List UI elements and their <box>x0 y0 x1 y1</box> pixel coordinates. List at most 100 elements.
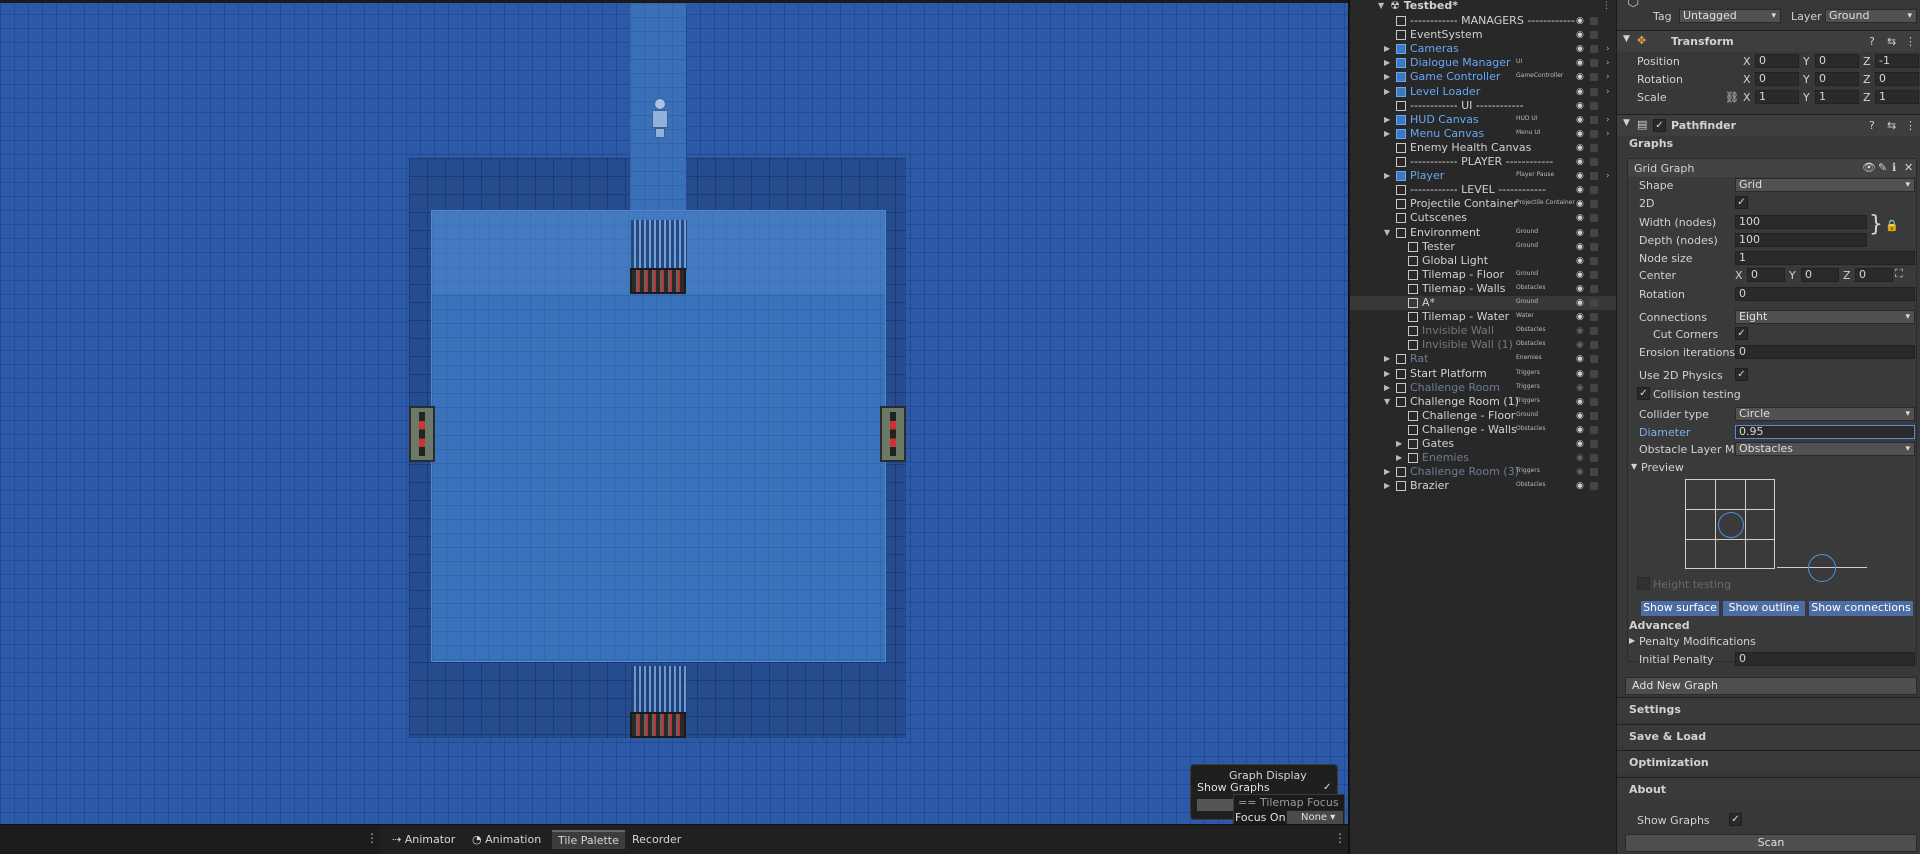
visibility-eye-icon[interactable]: ◉ <box>1576 113 1584 127</box>
pickability-icon[interactable] <box>1590 256 1598 265</box>
node-size-field[interactable]: 1 <box>1735 251 1915 265</box>
hierarchy-item[interactable]: ▶ Gates ◉ <box>1350 437 1616 451</box>
position-y-field[interactable]: 0 <box>1815 54 1859 68</box>
scale-z-field[interactable]: 1 <box>1875 90 1919 104</box>
pickability-icon[interactable] <box>1590 425 1598 434</box>
visibility-eye-icon[interactable]: ◉ <box>1576 338 1584 352</box>
layer-dropdown[interactable]: Ground <box>1825 9 1917 23</box>
grid-graph-info-icon[interactable]: ℹ <box>1892 161 1896 174</box>
prefab-open-icon[interactable]: › <box>1606 42 1610 56</box>
tab-animator[interactable]: ⇢ Animator <box>392 833 455 846</box>
hierarchy-item[interactable]: Tilemap - Walls Obstacles ◉ <box>1350 282 1616 296</box>
expand-arrow-icon[interactable]: ▶ <box>1384 169 1394 183</box>
pathfinder-expand-icon[interactable]: ▼ <box>1623 118 1630 128</box>
prefab-open-icon[interactable]: › <box>1606 70 1610 84</box>
hierarchy-item[interactable]: EventSystem ◉ <box>1350 28 1616 42</box>
visibility-eye-icon[interactable]: ◉ <box>1576 56 1584 70</box>
pickability-icon[interactable] <box>1590 341 1598 350</box>
transform-menu-icon[interactable]: ⋮ <box>1905 35 1916 48</box>
visibility-eye-icon[interactable]: ◉ <box>1576 42 1584 56</box>
visibility-eye-icon[interactable]: ◉ <box>1576 324 1584 338</box>
shape-dropdown[interactable]: Grid <box>1735 178 1915 192</box>
pathfinder-menu-icon[interactable]: ⋮ <box>1905 119 1916 132</box>
visibility-eye-icon[interactable]: ◉ <box>1576 479 1584 493</box>
pickability-icon[interactable] <box>1590 101 1598 110</box>
scale-link-icon[interactable]: ⛓ <box>1725 91 1739 104</box>
scan-button[interactable]: Scan <box>1625 834 1917 852</box>
hierarchy-item[interactable]: ▶ Level Loader ◉ › <box>1350 85 1616 99</box>
expand-arrow-icon[interactable]: ▶ <box>1384 42 1394 56</box>
save-load-section[interactable]: Save & Load <box>1617 724 1920 746</box>
rotation-z-field[interactable]: 0 <box>1875 72 1919 86</box>
pickability-icon[interactable] <box>1590 454 1598 463</box>
expand-arrow-icon[interactable]: ▶ <box>1384 113 1394 127</box>
pickability-icon[interactable] <box>1590 355 1598 364</box>
expand-arrow-icon[interactable]: ▶ <box>1384 85 1394 99</box>
transform-help-icon[interactable]: ? <box>1869 35 1875 48</box>
grid-graph-close-icon[interactable]: ✕ <box>1904 161 1913 174</box>
visibility-eye-icon[interactable]: ◉ <box>1576 352 1584 366</box>
pickability-icon[interactable] <box>1590 228 1598 237</box>
player-sprite[interactable] <box>650 98 670 140</box>
pickability-icon[interactable] <box>1590 468 1598 477</box>
tag-dropdown[interactable]: Untagged <box>1679 9 1781 23</box>
hierarchy-item[interactable]: ▶ Brazier Obstacles ◉ <box>1350 479 1616 493</box>
tab-animation[interactable]: ◔ Animation <box>472 833 541 846</box>
use-2d-physics-checkbox[interactable]: ✓ <box>1735 368 1748 381</box>
expand-arrow-icon[interactable]: ▼ <box>1384 226 1394 240</box>
hierarchy-item[interactable]: ▶ Start Platform Triggers ◉ <box>1350 367 1616 381</box>
transform-presets-icon[interactable]: ⇆ <box>1887 35 1896 48</box>
pickability-icon[interactable] <box>1590 440 1598 448</box>
center-y-field[interactable]: 0 <box>1801 268 1839 282</box>
expand-arrow-icon[interactable]: ▶ <box>1384 70 1394 84</box>
2d-checkbox[interactable]: ✓ <box>1735 196 1748 209</box>
hierarchy-item[interactable]: Projectile Container Projectile Container… <box>1350 197 1616 211</box>
center-x-field[interactable]: 0 <box>1747 268 1785 282</box>
snap-center-icon[interactable]: ⛶ <box>1895 267 1903 281</box>
visibility-eye-icon[interactable]: ◉ <box>1576 99 1584 113</box>
visibility-eye-icon[interactable]: ◉ <box>1576 70 1584 84</box>
expand-arrow-icon[interactable]: ▶ <box>1384 465 1394 479</box>
pathfinder-help-icon[interactable]: ? <box>1869 119 1875 132</box>
hierarchy-item[interactable]: Tester Ground ◉ <box>1350 240 1616 254</box>
tab-tile-palette[interactable]: Tile Palette <box>552 830 625 849</box>
transform-expand-icon[interactable]: ▼ <box>1623 34 1630 44</box>
connections-dropdown[interactable]: Eight <box>1735 310 1915 324</box>
visibility-eye-icon[interactable]: ◉ <box>1576 465 1584 479</box>
rotation-x-field[interactable]: 0 <box>1755 72 1799 86</box>
visibility-eye-icon[interactable]: ◉ <box>1576 423 1584 437</box>
pickability-icon[interactable] <box>1590 327 1598 336</box>
visibility-eye-icon[interactable]: ◉ <box>1576 282 1584 296</box>
prefab-open-icon[interactable]: › <box>1606 56 1610 70</box>
initial-penalty-field[interactable]: 0 <box>1735 652 1915 666</box>
hierarchy-item[interactable]: ▶ Dialogue Manager UI ◉ › <box>1350 56 1616 70</box>
collision-testing-checkbox[interactable]: ✓ <box>1637 387 1650 400</box>
penalty-expand-icon[interactable]: ▶ <box>1629 636 1635 645</box>
show-connections-button[interactable]: Show connections <box>1809 601 1913 616</box>
prefab-open-icon[interactable]: › <box>1606 113 1610 127</box>
transform-header[interactable]: ▼ ✥ Transform ? ⇆ ⋮ <box>1617 30 1920 52</box>
visibility-eye-icon[interactable]: ◉ <box>1576 437 1584 451</box>
hierarchy-item[interactable]: ▶ Game Controller GameController ◉ › <box>1350 70 1616 84</box>
tab-recorder[interactable]: Recorder <box>632 833 681 846</box>
pickability-icon[interactable] <box>1590 17 1598 25</box>
grid-graph-eye-icon[interactable]: 👁 <box>1862 161 1876 174</box>
pathfinder-enabled-checkbox[interactable]: ✓ <box>1653 119 1666 132</box>
pickability-icon[interactable] <box>1590 242 1598 251</box>
visibility-eye-icon[interactable]: ◉ <box>1576 409 1584 423</box>
width-nodes-field[interactable]: 100 <box>1735 215 1867 229</box>
scene-expand-icon[interactable]: ▼ <box>1378 0 1388 13</box>
pickability-icon[interactable] <box>1590 299 1598 307</box>
hierarchy-item[interactable]: Invisible Wall (1) Obstacles ◉ <box>1350 338 1616 352</box>
scene-view[interactable]: Graph Display Show Graphs ✓ == Tilemap F… <box>0 0 1348 824</box>
pickability-icon[interactable] <box>1590 172 1598 181</box>
diameter-field[interactable]: 0.95 <box>1735 425 1915 439</box>
hierarchy-item[interactable]: ▶ Cameras ◉ › <box>1350 42 1616 56</box>
depth-nodes-field[interactable]: 100 <box>1735 233 1867 247</box>
pickability-icon[interactable] <box>1590 59 1598 68</box>
grid-rotation-field[interactable]: 0 <box>1735 287 1915 301</box>
pickability-icon[interactable] <box>1590 73 1598 82</box>
grid-graph-edit-icon[interactable]: ✎ <box>1878 161 1887 174</box>
hierarchy-item[interactable]: Cutscenes ◉ <box>1350 211 1616 225</box>
prefab-open-icon[interactable]: › <box>1606 169 1610 183</box>
